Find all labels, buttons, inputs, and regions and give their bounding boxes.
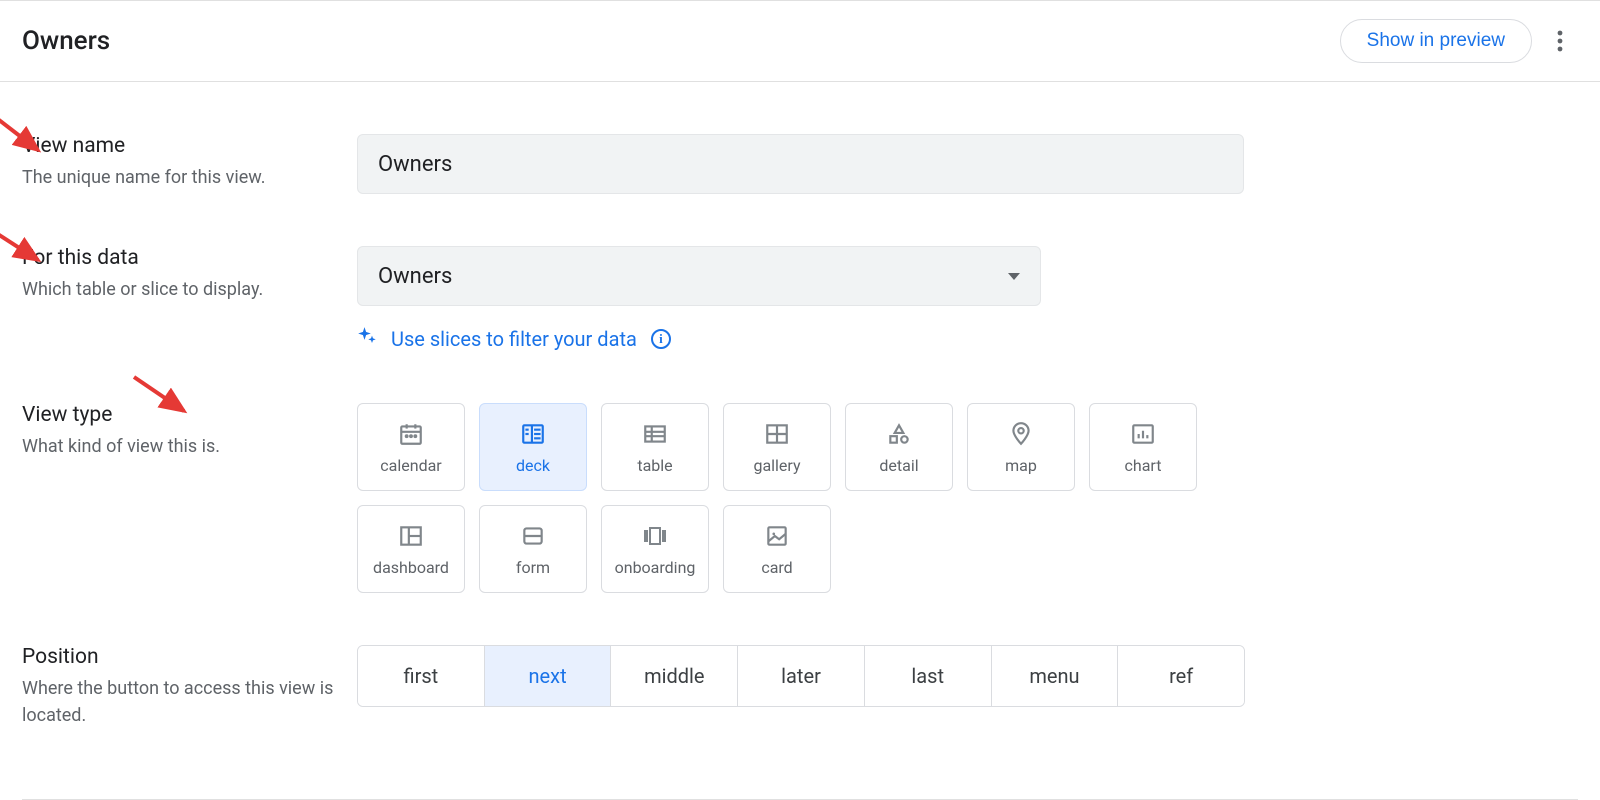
control-column: calendar deck table gallery detail map chart da… <box>357 403 1578 593</box>
position-option-middle[interactable]: middle <box>611 646 738 706</box>
detail-icon <box>886 420 912 448</box>
view-header: Owners Show in preview <box>0 0 1600 82</box>
position-option-next[interactable]: next <box>485 646 612 706</box>
view-type-label: form <box>516 558 550 577</box>
view-type-label: calendar <box>380 456 441 475</box>
for-this-data-select[interactable]: Owners <box>357 246 1041 306</box>
position-option-last[interactable]: last <box>865 646 992 706</box>
view-type-option-card[interactable]: card <box>723 505 831 593</box>
view-type-label: gallery <box>753 456 800 475</box>
view-type-label: onboarding <box>615 558 696 577</box>
view-type-label: table <box>637 456 672 475</box>
gallery-icon <box>764 420 790 448</box>
dashboard-icon <box>398 522 424 550</box>
view-type-label: deck <box>516 456 550 475</box>
view-type-grid: calendar deck table gallery detail map chart da… <box>357 403 1257 593</box>
view-type-option-table[interactable]: table <box>601 403 709 491</box>
field-description: Which table or slice to display. <box>22 276 337 303</box>
view-type-option-chart[interactable]: chart <box>1089 403 1197 491</box>
view-type-label: detail <box>879 456 918 475</box>
slices-hint-row: Use slices to filter your data i <box>357 326 1578 351</box>
view-type-option-onboarding[interactable]: onboarding <box>601 505 709 593</box>
field-description: Where the button to access this view is … <box>22 675 337 729</box>
map-icon <box>1008 420 1034 448</box>
view-type-option-deck[interactable]: deck <box>479 403 587 491</box>
control-column: firstnextmiddlelaterlastmenuref <box>357 645 1578 707</box>
view-name-value: Owners <box>378 152 452 177</box>
position-option-menu[interactable]: menu <box>992 646 1119 706</box>
position-option-later[interactable]: later <box>738 646 865 706</box>
field-label: View name <box>22 134 337 158</box>
label-column: View name The unique name for this view. <box>22 134 357 191</box>
field-description: The unique name for this view. <box>22 164 337 191</box>
view-type-label: map <box>1005 456 1037 475</box>
view-type-option-gallery[interactable]: gallery <box>723 403 831 491</box>
overflow-menu-button[interactable] <box>1542 23 1578 59</box>
use-slices-link[interactable]: Use slices to filter your data <box>391 327 637 351</box>
view-type-option-dashboard[interactable]: dashboard <box>357 505 465 593</box>
page-title: Owners <box>22 26 110 56</box>
field-label: For this data <box>22 246 337 270</box>
section-for-this-data: For this data Which table or slice to di… <box>22 246 1578 351</box>
view-type-option-calendar[interactable]: calendar <box>357 403 465 491</box>
form-icon <box>520 522 546 550</box>
onboarding-icon <box>641 522 669 550</box>
kebab-icon <box>1557 29 1563 53</box>
position-option-ref[interactable]: ref <box>1118 646 1244 706</box>
info-icon[interactable]: i <box>651 329 671 349</box>
view-type-label: chart <box>1125 456 1162 475</box>
section-view-name: View name The unique name for this view.… <box>22 134 1578 194</box>
table-icon <box>642 420 668 448</box>
content-area: View name The unique name for this view.… <box>0 134 1600 729</box>
label-column: Position Where the button to access this… <box>22 645 357 729</box>
position-option-first[interactable]: first <box>358 646 485 706</box>
chevron-down-icon <box>1008 273 1020 280</box>
control-column: Owners <box>357 134 1578 194</box>
header-actions: Show in preview <box>1340 19 1578 63</box>
position-segmented-control: firstnextmiddlelaterlastmenuref <box>357 645 1245 707</box>
view-type-option-detail[interactable]: detail <box>845 403 953 491</box>
view-type-label: dashboard <box>373 558 449 577</box>
field-label: View type <box>22 403 337 427</box>
section-position: Position Where the button to access this… <box>22 645 1578 729</box>
field-label: Position <box>22 645 337 669</box>
section-view-type: View type What kind of view this is. cal… <box>22 403 1578 593</box>
view-type-label: card <box>761 558 792 577</box>
field-description: What kind of view this is. <box>22 433 337 460</box>
control-column: Owners Use slices to filter your data i <box>357 246 1578 351</box>
chart-icon <box>1130 420 1156 448</box>
label-column: For this data Which table or slice to di… <box>22 246 357 303</box>
sparkle-icon <box>357 326 377 351</box>
show-in-preview-button[interactable]: Show in preview <box>1340 19 1532 63</box>
deck-icon <box>520 420 546 448</box>
view-type-option-map[interactable]: map <box>967 403 1075 491</box>
label-column: View type What kind of view this is. <box>22 403 357 460</box>
view-type-option-form[interactable]: form <box>479 505 587 593</box>
card-icon <box>764 522 790 550</box>
for-this-data-value: Owners <box>378 264 452 289</box>
view-name-input[interactable]: Owners <box>357 134 1244 194</box>
calendar-icon <box>398 420 424 448</box>
